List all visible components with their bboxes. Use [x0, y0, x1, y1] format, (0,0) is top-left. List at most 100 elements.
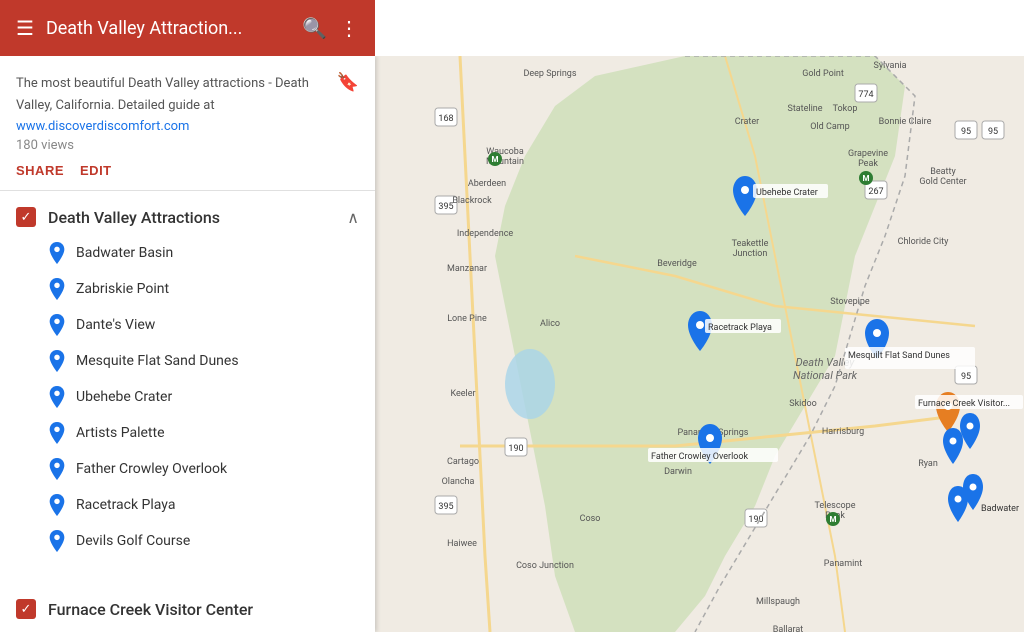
list-item-text: Dante's View — [76, 317, 155, 333]
list-item[interactable]: Father Crowley Overlook — [48, 451, 359, 487]
svg-text:395: 395 — [438, 202, 453, 212]
list-item[interactable]: Mesquite Flat Sand Dunes — [48, 343, 359, 379]
search-icon[interactable]: 🔍 — [302, 18, 327, 38]
pin-icon — [48, 494, 66, 516]
list-item-text: Ubehebe Crater — [76, 389, 172, 405]
svg-text:Old Camp: Old Camp — [810, 122, 849, 132]
svg-text:190: 190 — [748, 515, 763, 525]
svg-text:Skidoo: Skidoo — [789, 399, 816, 409]
furnace-creek-items: Furnace Creek Visitor Center — [0, 627, 375, 632]
death-valley-items: Badwater Basin Zabriskie Point Dante's V… — [0, 235, 375, 567]
svg-text:Millspaugh: Millspaugh — [756, 597, 800, 607]
header-title: Death Valley Attraction... — [46, 18, 290, 39]
svg-text:M: M — [829, 515, 836, 524]
svg-text:95: 95 — [988, 127, 998, 137]
list-item-text: Artists Palette — [76, 425, 165, 441]
list-item[interactable]: Zabriskie Point — [48, 271, 359, 307]
svg-text:Bonnie Claire: Bonnie Claire — [879, 117, 932, 127]
svg-text:Harrisburg: Harrisburg — [822, 427, 864, 437]
list-item[interactable]: Furnace Creek Visitor Center — [48, 627, 359, 632]
svg-text:Deep Springs: Deep Springs — [523, 69, 576, 79]
svg-text:Sylvania: Sylvania — [873, 61, 906, 71]
svg-text:Teakettle: Teakettle — [732, 239, 769, 249]
svg-text:Independence: Independence — [457, 229, 514, 239]
more-icon[interactable]: ⋮ — [339, 18, 359, 38]
svg-text:Coso Junction: Coso Junction — [516, 561, 574, 571]
svg-text:Keeler: Keeler — [450, 389, 475, 399]
svg-text:Beveridge: Beveridge — [657, 259, 697, 269]
share-button[interactable]: SHARE — [16, 163, 64, 178]
bookmark-icon[interactable]: 🔖 — [337, 72, 359, 93]
info-description: The most beautiful Death Valley attracti… — [16, 76, 309, 113]
svg-text:Chloride City: Chloride City — [898, 237, 949, 247]
svg-text:Badwater: Badwater — [981, 504, 1019, 514]
svg-text:Grapevine: Grapevine — [848, 149, 888, 159]
svg-text:190: 190 — [508, 444, 523, 454]
svg-text:Blackrock: Blackrock — [452, 196, 492, 206]
pin-icon — [48, 242, 66, 264]
svg-text:Lone Pine: Lone Pine — [447, 314, 487, 324]
svg-text:Telescope: Telescope — [815, 501, 856, 511]
list-item[interactable]: Ubehebe Crater — [48, 379, 359, 415]
pin-icon — [48, 386, 66, 408]
svg-text:Aberdeen: Aberdeen — [468, 179, 506, 189]
info-views: 180 views — [16, 138, 337, 153]
svg-text:Alico: Alico — [540, 319, 560, 329]
svg-text:Father Crowley Overlook: Father Crowley Overlook — [651, 452, 749, 462]
map-svg: 395 395 190 190 267 774 95 95 — [375, 56, 1024, 632]
svg-text:Beatty: Beatty — [930, 167, 956, 177]
furnace-creek-checkbox[interactable]: ✓ — [16, 599, 36, 619]
svg-text:168: 168 — [438, 114, 453, 124]
list-item-text: Devils Golf Course — [76, 533, 190, 549]
svg-text:Darwin: Darwin — [664, 467, 692, 477]
svg-text:M: M — [491, 155, 498, 164]
list-item[interactable]: Dante's View — [48, 307, 359, 343]
svg-text:Gold Center: Gold Center — [919, 177, 966, 187]
svg-text:Manzanar: Manzanar — [447, 264, 487, 274]
pin-icon — [48, 278, 66, 300]
svg-text:Ballarat: Ballarat — [773, 625, 804, 632]
svg-text:Coso: Coso — [580, 514, 601, 524]
list-item-text: Zabriskie Point — [76, 281, 169, 297]
svg-text:Ubehebe Crater: Ubehebe Crater — [756, 188, 818, 198]
sidebar: The most beautiful Death Valley attracti… — [0, 56, 375, 632]
death-valley-section: ✓ Death Valley Attractions ∧ Badwater Ba… — [0, 191, 375, 567]
svg-text:M: M — [862, 174, 869, 183]
list-item-text: Father Crowley Overlook — [76, 461, 227, 477]
list-item-text: Racetrack Playa — [76, 497, 175, 513]
list-item[interactable]: Racetrack Playa — [48, 487, 359, 523]
death-valley-checkbox[interactable]: ✓ — [16, 207, 36, 227]
pin-icon — [48, 314, 66, 336]
svg-text:Haiwee: Haiwee — [447, 539, 477, 549]
map-container[interactable]: 395 395 190 190 267 774 95 95 — [375, 56, 1024, 632]
menu-icon[interactable]: ☰ — [16, 18, 34, 38]
list-item-text: Mesquite Flat Sand Dunes — [76, 353, 239, 369]
list-item[interactable]: Artists Palette — [48, 415, 359, 451]
death-valley-title: Death Valley Attractions — [48, 208, 220, 227]
info-link[interactable]: www.discoverdiscomfort.com — [16, 119, 189, 134]
svg-text:Tokop: Tokop — [833, 104, 858, 114]
svg-text:395: 395 — [438, 502, 453, 512]
svg-text:Racetrack Playa: Racetrack Playa — [708, 323, 772, 333]
svg-text:Mesquilt Flat Sand Dunes: Mesquilt Flat Sand Dunes — [848, 351, 950, 361]
svg-text:Junction: Junction — [733, 249, 768, 259]
svg-text:Panamint: Panamint — [824, 559, 862, 569]
pin-icon — [48, 350, 66, 372]
chevron-up-icon[interactable]: ∧ — [347, 208, 359, 227]
info-section: The most beautiful Death Valley attracti… — [0, 56, 375, 191]
svg-text:Cartago: Cartago — [447, 457, 479, 467]
pin-icon — [48, 458, 66, 480]
svg-text:95: 95 — [961, 127, 971, 137]
svg-text:774: 774 — [858, 90, 873, 100]
list-item[interactable]: Badwater Basin — [48, 235, 359, 271]
svg-text:95: 95 — [961, 372, 971, 382]
svg-text:Gold Point: Gold Point — [802, 69, 844, 79]
svg-text:Peak: Peak — [858, 159, 878, 169]
svg-text:Olancha: Olancha — [442, 477, 475, 487]
pin-icon — [48, 530, 66, 552]
edit-button[interactable]: EDIT — [80, 163, 112, 178]
pin-icon — [48, 422, 66, 444]
svg-text:National Park: National Park — [793, 369, 858, 382]
list-item-text: Badwater Basin — [76, 245, 173, 261]
list-item[interactable]: Devils Golf Course — [48, 523, 359, 559]
